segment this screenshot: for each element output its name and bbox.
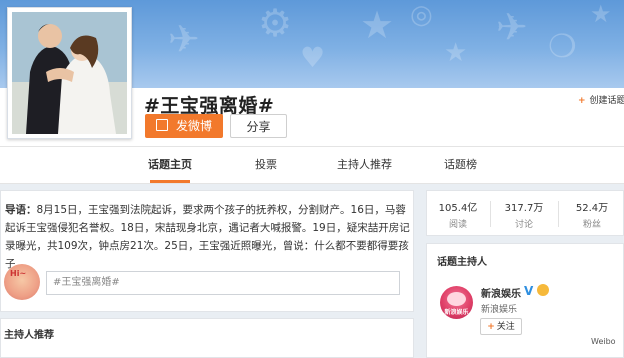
stat-discussions: 317.7万 讨论 <box>494 199 554 230</box>
lead-text: 8月15日，王宝强到法院起诉，要求两个孩子的抚养权，分割财产。16日，马蓉起诉王… <box>5 204 410 270</box>
avatar-text: Hi~ <box>10 269 27 278</box>
follow-button[interactable]: + 关注 <box>480 318 522 335</box>
verified-icon: V <box>524 284 534 298</box>
plane-icon: ✈ <box>496 5 528 49</box>
couple-photo <box>12 12 127 134</box>
star-icon: ★ <box>590 0 612 28</box>
host-name[interactable]: 新浪娱乐 <box>481 285 521 300</box>
topic-host-heading: 话题主持人 <box>437 257 487 268</box>
topic-tab-bar: 话题主页 投票 主持人推荐 话题榜 <box>0 146 624 184</box>
post-weibo-label: 发微博 <box>175 119 212 133</box>
stat-value: 317.7万 <box>504 203 544 214</box>
edit-icon <box>155 119 168 131</box>
mascot-face <box>447 292 466 306</box>
plus-icon: + <box>578 96 586 106</box>
post-input[interactable]: #王宝强离婚# <box>46 271 400 295</box>
tab-topic-home[interactable]: 话题主页 <box>148 147 192 183</box>
host-recommend-heading: 主持人推荐 <box>4 330 54 341</box>
stat-value: 105.4亿 <box>438 203 478 214</box>
avatar[interactable]: Hi~ <box>4 264 40 300</box>
host-avatar[interactable]: 新浪娱乐 <box>440 286 473 319</box>
create-topic-label: 创建话题 <box>589 96 624 106</box>
stat-value: 52.4万 <box>575 203 609 214</box>
stat-label: 粉丝 <box>582 220 601 230</box>
gear-icon: ⚙ <box>258 1 293 45</box>
share-button[interactable]: 分享 <box>230 114 287 138</box>
divider <box>558 201 559 227</box>
lead-label: 导语： <box>5 204 37 216</box>
topic-lead: 导语：8月15日，王宝强到法院起诉，要求两个孩子的抚养权，分割财产。16日，马蓉… <box>5 201 413 273</box>
star-icon: ★ <box>444 38 468 68</box>
stat-label: 阅读 <box>448 220 467 230</box>
tab-vote[interactable]: 投票 <box>255 147 277 183</box>
host-avatar-text: 新浪娱乐 <box>444 309 469 316</box>
plus-icon: + <box>487 322 495 332</box>
host-subtitle: 新浪娱乐 <box>481 305 518 315</box>
chat-bubble-icon: ❍ <box>548 27 577 65</box>
follow-label: 关注 <box>496 322 515 332</box>
create-topic-link[interactable]: + 创建话题 <box>578 93 624 106</box>
host-recommend-card <box>0 318 414 358</box>
star-icon: ★ <box>360 3 395 47</box>
stat-label: 讨论 <box>514 220 533 230</box>
tab-host-recommend[interactable]: 主持人推荐 <box>337 147 392 183</box>
watermark: Weibo <box>591 337 616 346</box>
plane-icon: ✈ <box>168 17 200 61</box>
heart-icon: ♥ <box>300 41 326 74</box>
crown-badge-icon <box>537 284 549 296</box>
ring-icon: ◎ <box>410 0 433 30</box>
stat-fans: 52.4万 粉丝 <box>562 199 622 230</box>
stat-reads: 105.4亿 阅读 <box>428 199 488 230</box>
topic-cover-image <box>7 7 132 139</box>
post-weibo-button[interactable]: 发微博 <box>145 114 223 138</box>
divider <box>490 201 491 227</box>
tab-topic-ranking[interactable]: 话题榜 <box>444 147 477 183</box>
